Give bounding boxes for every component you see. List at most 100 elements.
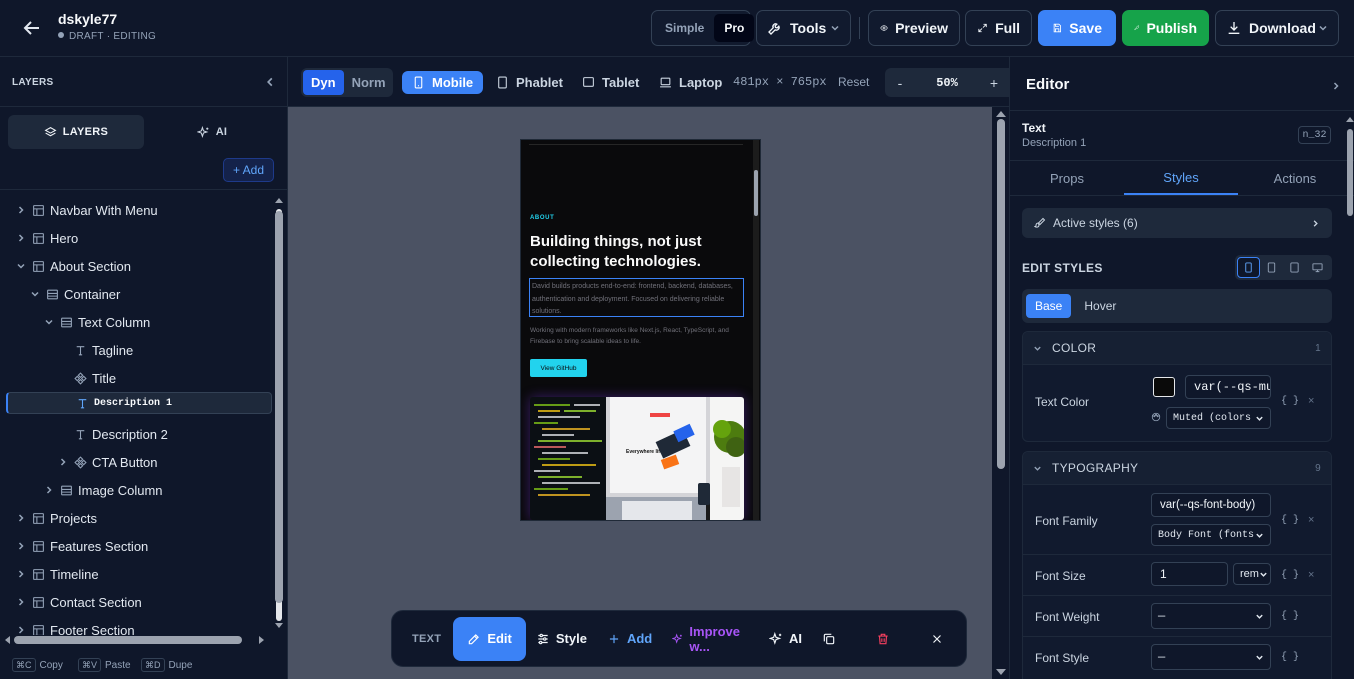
font-weight-select[interactable]: — [1151, 603, 1271, 629]
layer-item[interactable]: Features Section [0, 532, 272, 560]
add-layer-button[interactable]: + Add [223, 158, 274, 182]
chevron-right-icon[interactable] [16, 233, 26, 243]
scroll-up-icon[interactable] [274, 195, 284, 205]
clear-font-family[interactable]: × [1308, 514, 1314, 526]
preview-title[interactable]: Building things, not just collecting tec… [530, 232, 740, 272]
zoom-out-button[interactable]: - [885, 75, 915, 91]
font-size-input[interactable]: 1 [1151, 562, 1228, 586]
layer-item[interactable]: Tagline [0, 336, 272, 364]
preview-description-2[interactable]: Working with modern frameworks like Next… [530, 325, 744, 347]
dyn-option[interactable]: Dyn [303, 70, 344, 95]
preview-tagline[interactable]: ABOUT [530, 215, 554, 221]
tab-styles[interactable]: Styles [1124, 161, 1238, 195]
chevron-right-icon[interactable] [16, 569, 26, 579]
chevron-down-icon[interactable] [16, 261, 26, 271]
tools-button[interactable]: Tools [756, 10, 851, 46]
chevron-down-icon[interactable] [30, 289, 40, 299]
font-family-preset-select[interactable]: Body Font (fonts [1151, 524, 1271, 546]
layer-item[interactable]: Projects [0, 504, 272, 532]
editor-scrollbar[interactable] [1346, 117, 1354, 679]
tab-props[interactable]: Props [1010, 161, 1124, 195]
color-section-header[interactable]: COLOR 1 [1023, 332, 1331, 364]
chevron-right-icon[interactable] [16, 513, 26, 523]
scroll-down-icon[interactable] [274, 621, 284, 631]
variable-toggle[interactable]: { } [1281, 570, 1299, 581]
variable-toggle[interactable]: { } [1281, 652, 1299, 663]
layers-vertical-scrollbar[interactable] [274, 195, 284, 635]
style-button[interactable]: Style [526, 617, 597, 661]
device-mobile[interactable]: Mobile [402, 71, 484, 94]
tab-layers[interactable]: LAYERS [8, 115, 144, 149]
chevron-right-icon[interactable] [44, 485, 54, 495]
add-button[interactable]: Add [597, 617, 662, 661]
scroll-left-icon[interactable] [2, 635, 12, 645]
preview-cta-button[interactable]: View GitHub [530, 359, 587, 377]
save-button[interactable]: Save [1038, 10, 1116, 46]
chevron-right-icon[interactable] [16, 205, 26, 215]
device-tablet[interactable]: Tablet [582, 71, 639, 94]
variable-toggle[interactable]: { } [1281, 611, 1299, 622]
state-hover[interactable]: Hover [1075, 294, 1125, 318]
download-button[interactable]: Download [1215, 10, 1339, 46]
layer-item[interactable]: About Section [0, 252, 272, 280]
layers-horizontal-scrollbar[interactable] [0, 633, 272, 647]
back-arrow-icon[interactable] [20, 16, 44, 40]
improve-with-ai-button[interactable]: Improve w... [662, 617, 759, 661]
device-phablet[interactable]: Phablet [496, 71, 563, 94]
layer-item[interactable]: Hero [0, 224, 272, 252]
duplicate-button[interactable] [812, 617, 852, 661]
text-color-input[interactable]: var(--qs-mu [1185, 375, 1271, 399]
layer-item[interactable]: Container [0, 280, 272, 308]
layer-item[interactable]: Image Column [0, 476, 272, 504]
zoom-in-button[interactable]: + [979, 75, 1009, 91]
clear-font-size[interactable]: × [1308, 569, 1314, 581]
tab-actions[interactable]: Actions [1238, 161, 1352, 195]
chevron-down-icon[interactable] [44, 317, 54, 327]
preview-button[interactable]: Preview [868, 10, 960, 46]
preview-scrollbar[interactable] [753, 140, 759, 520]
layer-item[interactable]: CTA Button [0, 448, 272, 476]
close-button[interactable] [920, 617, 960, 661]
layer-item[interactable]: Description 2 [0, 420, 272, 448]
variable-toggle[interactable]: { } [1281, 396, 1299, 407]
font-style-select[interactable]: — [1151, 644, 1271, 670]
color-swatch[interactable] [1153, 377, 1175, 397]
layer-item[interactable]: Timeline [0, 560, 272, 588]
breakpoint-desktop[interactable] [1306, 257, 1329, 278]
layer-item[interactable]: Navbar With Menu [0, 197, 272, 224]
mode-simple[interactable]: Simple [655, 14, 714, 42]
edit-button[interactable]: Edit [453, 616, 526, 661]
preview-description-1[interactable]: David builds products end-to-end: fronte… [529, 278, 744, 317]
delete-button[interactable] [866, 617, 906, 661]
variable-toggle[interactable]: { } [1281, 515, 1299, 526]
mode-pro[interactable]: Pro [714, 14, 755, 42]
state-base[interactable]: Base [1026, 294, 1072, 318]
ai-button[interactable]: AI [759, 617, 812, 661]
canvas-scrollbar[interactable] [992, 107, 1009, 679]
breakpoint-tablet[interactable] [1283, 257, 1306, 278]
preview-image[interactable]: Everywhere life [530, 397, 744, 520]
active-styles-row[interactable]: Active styles (6) [1022, 208, 1332, 238]
breakpoint-phablet[interactable] [1260, 257, 1283, 278]
text-color-preset-select[interactable]: Muted (colors [1166, 407, 1271, 429]
typography-section-header[interactable]: TYPOGRAPHY 9 [1023, 452, 1331, 484]
font-size-unit-select[interactable]: rem [1233, 563, 1271, 585]
layer-item[interactable]: Description 1 [6, 392, 272, 414]
scroll-right-icon[interactable] [257, 635, 267, 645]
norm-option[interactable]: Norm [344, 70, 394, 95]
reset-button[interactable]: Reset [838, 75, 869, 89]
chevron-right-icon[interactable] [16, 597, 26, 607]
fullscreen-button[interactable]: Full [965, 10, 1032, 46]
mobile-preview-frame[interactable]: ABOUT Building things, not just collecti… [520, 139, 761, 521]
tab-ai[interactable]: AI [144, 115, 280, 149]
layer-item[interactable]: Title [0, 364, 272, 392]
device-laptop[interactable]: Laptop [659, 71, 722, 94]
breakpoint-mobile[interactable] [1237, 257, 1260, 278]
collapse-left-icon[interactable] [264, 76, 276, 88]
publish-button[interactable]: Publish [1122, 10, 1209, 46]
chevron-right-icon[interactable] [16, 541, 26, 551]
chevron-right-icon[interactable] [58, 457, 68, 467]
layer-item[interactable]: Text Column [0, 308, 272, 336]
layer-item[interactable]: Contact Section [0, 588, 272, 616]
clear-text-color[interactable]: × [1308, 395, 1314, 407]
